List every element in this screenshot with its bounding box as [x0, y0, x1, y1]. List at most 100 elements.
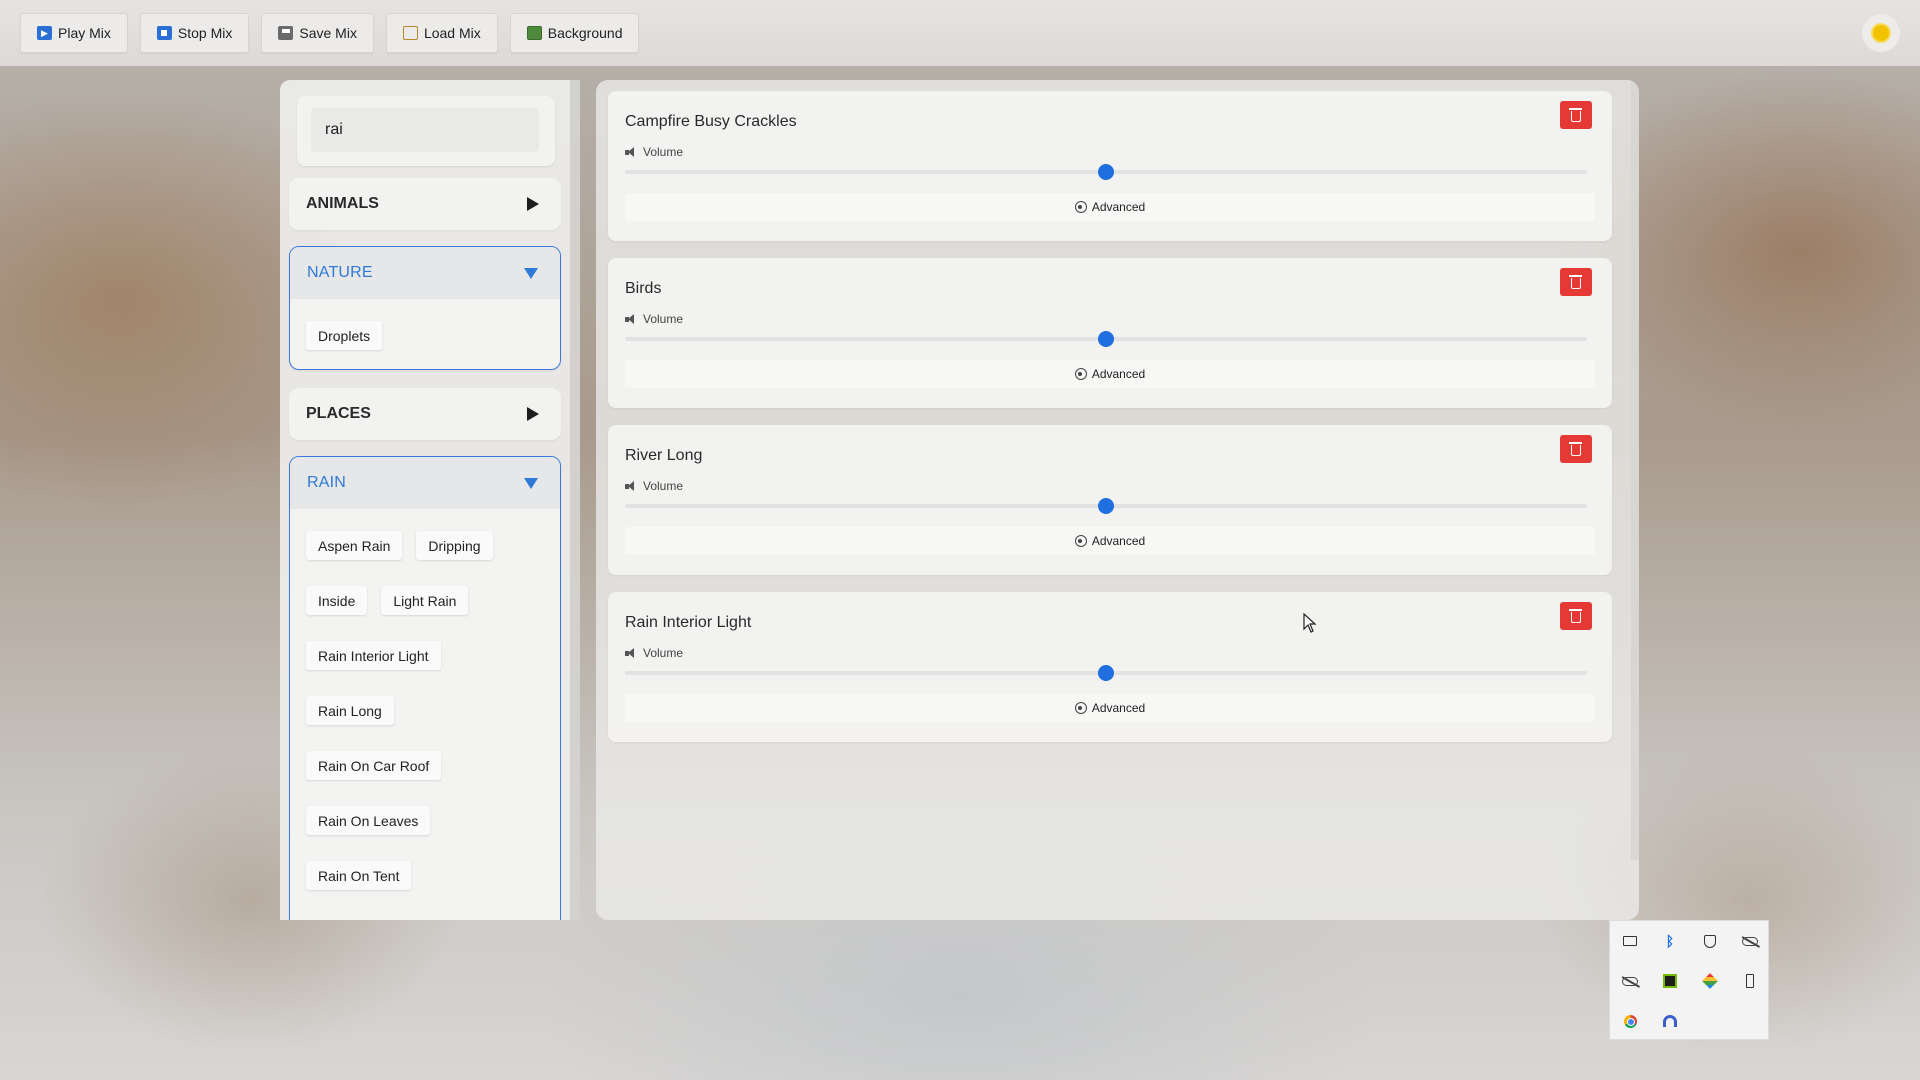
- advanced-button[interactable]: Advanced: [625, 360, 1595, 388]
- play-mix-label: Play Mix: [58, 25, 111, 41]
- bluetooth-icon[interactable]: ᛒ: [1650, 921, 1690, 961]
- category-header-nature[interactable]: NATURE: [290, 247, 560, 299]
- category-header-animals[interactable]: ANIMALS: [289, 178, 561, 230]
- save-mix-button[interactable]: Save Mix: [261, 13, 374, 53]
- volume-label-row: Volume: [625, 145, 683, 159]
- volume-slider-thumb[interactable]: [1098, 665, 1114, 681]
- volume-slider[interactable]: [625, 498, 1587, 514]
- delete-track-button[interactable]: [1560, 435, 1592, 463]
- speaker-icon: [625, 480, 637, 492]
- background-button[interactable]: Background: [509, 13, 640, 53]
- search-input[interactable]: [311, 108, 539, 152]
- delete-track-button[interactable]: [1560, 602, 1592, 630]
- delete-track-button[interactable]: [1560, 101, 1592, 129]
- volume-slider-thumb[interactable]: [1098, 164, 1114, 180]
- sound-chip[interactable]: Rain On Leaves: [306, 806, 431, 835]
- category-title: NATURE: [307, 264, 373, 281]
- advanced-button[interactable]: Advanced: [625, 527, 1595, 555]
- volume-label: Volume: [643, 145, 684, 159]
- sound-chip[interactable]: Rain Long: [306, 696, 394, 725]
- trash-icon: [1569, 108, 1582, 122]
- sound-chip[interactable]: Dripping: [416, 531, 493, 560]
- sidebar-scrollbar[interactable]: [570, 80, 580, 920]
- folder-icon: [402, 26, 418, 40]
- sound-chip[interactable]: Rain Interior Light: [306, 641, 441, 670]
- search-box: [297, 96, 555, 166]
- theme-toggle-button[interactable]: [1862, 14, 1900, 52]
- category-rain: RAIN Aspen Rain Dripping Inside Light Ra…: [289, 456, 561, 920]
- save-icon: [278, 26, 294, 40]
- track-card: River Long Volume Advanced: [608, 425, 1612, 575]
- trash-icon: [1569, 442, 1582, 456]
- volume-label-row: Volume: [625, 646, 683, 660]
- sound-list: Droplets: [290, 299, 560, 376]
- sound-chip[interactable]: Rain On Tent: [306, 861, 412, 890]
- gear-icon: [1074, 535, 1087, 547]
- advanced-button[interactable]: Advanced: [625, 694, 1595, 722]
- sound-chip[interactable]: Aspen Rain: [306, 531, 403, 560]
- stop-mix-button[interactable]: Stop Mix: [139, 13, 250, 53]
- track-card: Rain Interior Light Volume Advanced: [608, 592, 1612, 742]
- track-title: Birds: [625, 280, 662, 297]
- volume-label-row: Volume: [625, 312, 683, 326]
- delete-track-button[interactable]: [1560, 268, 1592, 296]
- trash-icon: [1569, 609, 1582, 623]
- category-animals[interactable]: ANIMALS: [289, 178, 561, 230]
- track-title: Campfire Busy Crackles: [625, 113, 797, 130]
- sound-chip[interactable]: Light Rain: [381, 586, 469, 615]
- save-mix-label: Save Mix: [299, 25, 357, 41]
- mix-panel: Campfire Busy Crackles Volume Advanced B…: [596, 80, 1639, 920]
- advanced-label: Advanced: [1091, 367, 1146, 381]
- advanced-button[interactable]: Advanced: [625, 193, 1595, 221]
- trash-icon: [1569, 275, 1582, 289]
- layers-icon[interactable]: [1690, 961, 1730, 1001]
- collapse-arrow-icon: [524, 267, 538, 279]
- volume-slider-thumb[interactable]: [1098, 498, 1114, 514]
- expand-arrow-icon: [527, 407, 539, 421]
- gear-icon: [1074, 702, 1087, 714]
- volume-slider[interactable]: [625, 665, 1587, 681]
- nvidia-icon[interactable]: [1650, 961, 1690, 1001]
- sound-list: Aspen Rain Dripping Inside Light Rain Ra…: [290, 509, 560, 916]
- gear-icon: [1074, 201, 1087, 213]
- play-mix-button[interactable]: ▶ Play Mix: [20, 13, 128, 53]
- cloud-offline-icon[interactable]: [1730, 921, 1770, 961]
- sun-icon: [1873, 25, 1889, 41]
- expand-arrow-icon: [527, 197, 539, 211]
- category-places[interactable]: PLACES: [289, 388, 561, 440]
- advanced-label: Advanced: [1091, 701, 1146, 715]
- chrome-icon[interactable]: [1610, 1001, 1650, 1041]
- category-header-rain[interactable]: RAIN: [290, 457, 560, 509]
- volume-label-row: Volume: [625, 479, 683, 493]
- volume-label: Volume: [643, 479, 684, 493]
- track-title: River Long: [625, 447, 703, 464]
- arc-icon[interactable]: [1650, 1001, 1690, 1041]
- monitor-icon[interactable]: [1610, 921, 1650, 961]
- category-header-places[interactable]: PLACES: [289, 388, 561, 440]
- background-label: Background: [547, 25, 623, 41]
- stop-icon: [156, 26, 172, 40]
- gear-icon: [1074, 368, 1087, 380]
- sound-chip[interactable]: Droplets: [306, 321, 383, 350]
- track-card: Campfire Busy Crackles Volume Advanced: [608, 91, 1612, 241]
- shield-icon[interactable]: [1690, 921, 1730, 961]
- category-nature: NATURE Droplets: [289, 246, 561, 370]
- volume-slider[interactable]: [625, 164, 1587, 180]
- sound-chip[interactable]: Inside: [306, 586, 368, 615]
- stop-mix-label: Stop Mix: [177, 25, 233, 41]
- load-mix-label: Load Mix: [423, 25, 481, 41]
- mix-panel-scrollbar[interactable]: [1631, 80, 1639, 860]
- advanced-label: Advanced: [1091, 534, 1146, 548]
- track-card: Birds Volume Advanced: [608, 258, 1612, 408]
- track-title: Rain Interior Light: [625, 614, 752, 631]
- collapse-arrow-icon: [524, 477, 538, 489]
- sound-chip[interactable]: Rain On Car Roof: [306, 751, 442, 780]
- volume-label: Volume: [643, 312, 684, 326]
- load-mix-button[interactable]: Load Mix: [385, 13, 498, 53]
- volume-slider[interactable]: [625, 331, 1587, 347]
- category-title: ANIMALS: [306, 195, 379, 212]
- speaker-icon: [625, 146, 637, 158]
- usb-icon[interactable]: [1730, 961, 1770, 1001]
- cloud-offline-icon[interactable]: [1610, 961, 1650, 1001]
- volume-slider-thumb[interactable]: [1098, 331, 1114, 347]
